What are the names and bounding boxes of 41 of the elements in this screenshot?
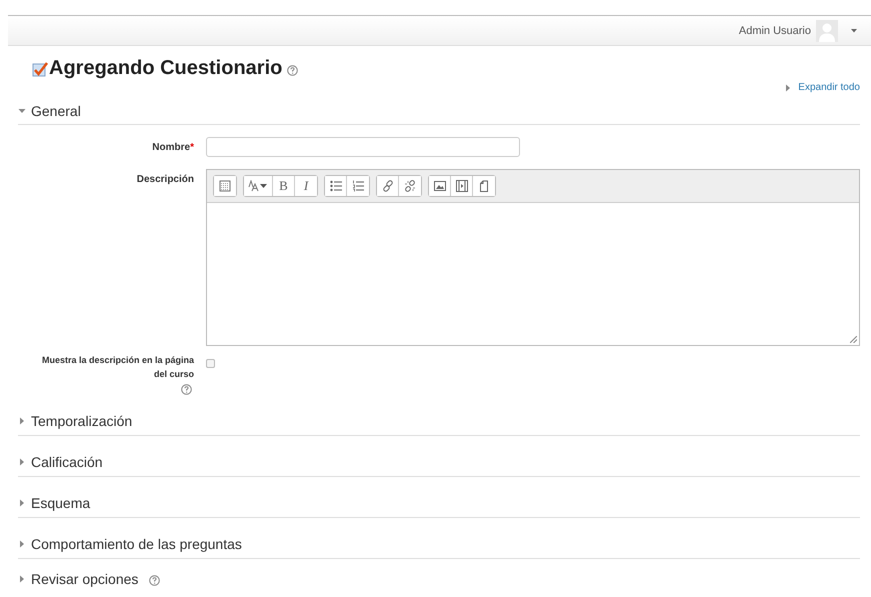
help-icon[interactable] [181,384,192,395]
user-name[interactable]: Admin Usuario [738,24,811,36]
image-icon [434,180,446,192]
section-title[interactable]: Comportamiento de las preguntas [31,536,242,552]
help-icon[interactable] [149,575,160,586]
field-label: Descripción [136,174,194,185]
unlink-icon [404,180,416,192]
section-title[interactable]: Esquema [31,494,90,510]
toolbar-button[interactable] [377,176,399,196]
section-title[interactable]: General [31,103,81,119]
section-title[interactable]: Temporalización [31,412,132,428]
toolbar-button[interactable] [325,176,347,196]
expand-caret-icon[interactable] [18,575,26,583]
section-title[interactable]: Revisar opciones [31,571,138,587]
dropdown-caret-icon[interactable] [851,28,857,32]
checkbox[interactable] [206,359,215,368]
toolbar-button[interactable] [244,176,273,196]
expand-caret-icon[interactable] [18,540,26,548]
help-icon[interactable] [287,65,298,76]
resize-handle-icon[interactable] [850,336,857,343]
collapse-caret-icon[interactable] [18,107,26,115]
expand-caret-icon[interactable] [18,458,26,466]
quiz-icon [32,60,48,76]
numbered-list-icon [352,180,364,192]
toolbar-button[interactable] [429,176,451,196]
file-icon [478,180,490,192]
font-size-icon [248,180,268,192]
text-editor[interactable]: B I [206,169,860,346]
name-input-field[interactable] [206,137,520,157]
film-icon [456,180,468,192]
fullscreen-icon [219,180,231,192]
expand-all-link[interactable]: Expandir todo [785,82,860,93]
link-icon [382,180,394,192]
bulleted-list-icon [330,180,342,192]
expand-caret-icon[interactable] [18,416,26,424]
expand-caret-icon[interactable] [18,498,26,506]
page-title: Agregando Cuestionario [49,57,282,80]
expand-caret-icon [785,84,792,92]
field-label: Muestra la descripción en la página del curso [40,354,194,381]
field-label: Nombre* [152,142,194,153]
section-title[interactable]: Calificación [31,454,103,470]
